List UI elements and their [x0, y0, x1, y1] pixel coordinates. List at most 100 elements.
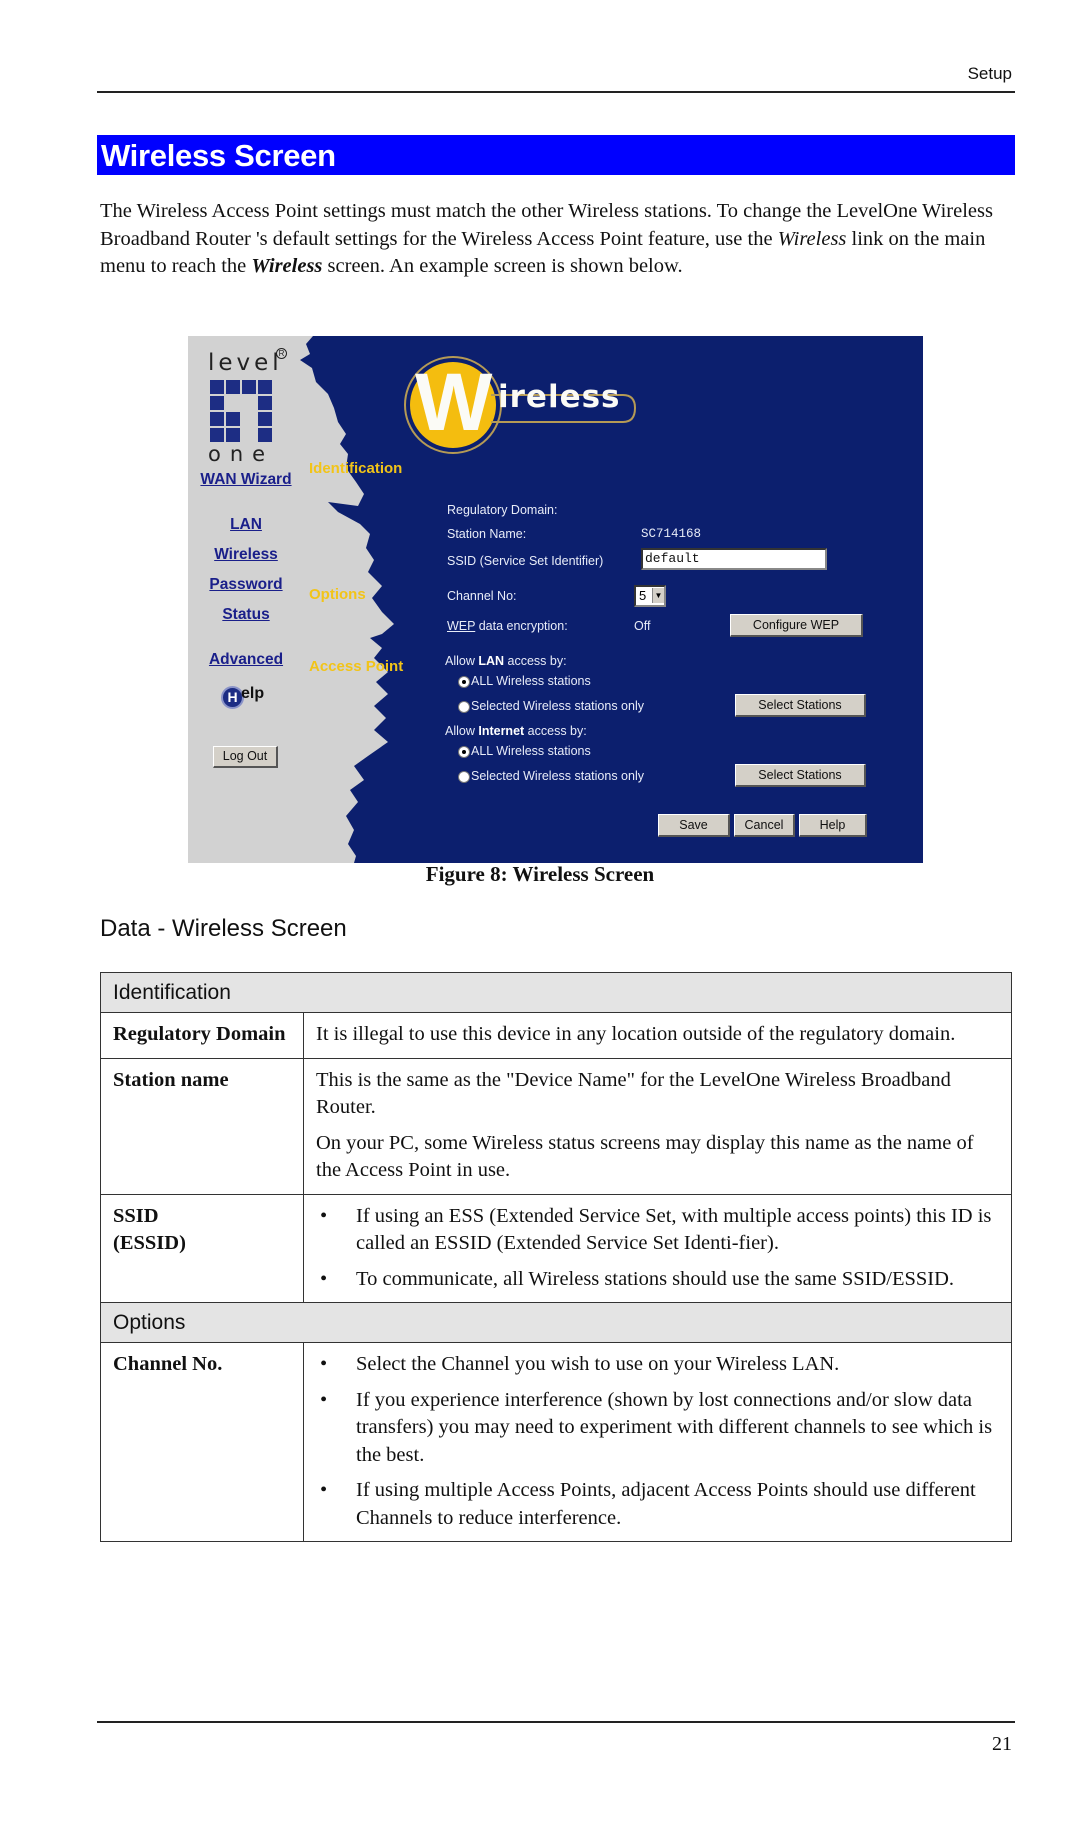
banner-w-letter: W: [415, 357, 493, 448]
configure-wep-button[interactable]: Configure WEP: [730, 614, 863, 637]
running-header: Setup: [967, 64, 1012, 83]
internet-radio-selected[interactable]: [458, 771, 470, 783]
internet-access-suffix: access by:: [524, 724, 587, 738]
channel-label: Channel No:: [447, 589, 517, 603]
row-paragraph: This is the same as the "Device Name" fo…: [316, 1068, 951, 1119]
lan-access-prefix: Allow: [445, 654, 479, 668]
lan-access-bold: LAN: [478, 654, 505, 668]
intro-wireless-screen-ref: Wireless: [251, 255, 323, 277]
section-options: Options: [309, 586, 366, 603]
intro-text: screen. An example screen is shown below…: [322, 255, 683, 277]
nav-lan[interactable]: LAN: [188, 516, 306, 534]
internet-access-prefix: Allow: [445, 724, 479, 738]
footer-rule: [97, 1721, 1015, 1723]
title-bar: Wireless Screen: [97, 135, 1015, 175]
logo-one-text: one: [208, 442, 275, 466]
lan-radio-all-label: ALL Wireless stations: [471, 674, 591, 688]
nav-wan-wizard[interactable]: WAN Wizard: [188, 471, 306, 489]
internet-select-stations-button[interactable]: Select Stations: [735, 764, 866, 787]
row-description: • Select the Channel you wish to use on y…: [303, 1342, 1012, 1542]
table-row: SSID (ESSID) • If using an ESS (Extended …: [100, 1193, 1012, 1303]
wireless-screen-figure: level R one WAN Wizard LAN Wireless Pass…: [188, 336, 923, 863]
logo-level-text: level: [208, 350, 283, 376]
section-access-point: Access Point: [309, 658, 404, 675]
section-title-identification: Identification: [100, 972, 1012, 1013]
wep-value: Off: [634, 619, 651, 633]
internet-access-label: Allow Internet access by:: [445, 724, 587, 738]
regulatory-domain-label: Regulatory Domain:: [447, 503, 558, 517]
registered-mark: R: [276, 348, 287, 359]
lan-radio-selected[interactable]: [458, 701, 470, 713]
internet-radio-all-label: ALL Wireless stations: [471, 744, 591, 758]
station-name-value: SC714168: [641, 527, 702, 541]
row-label-text: Channel No.: [113, 1353, 223, 1375]
data-table: Identification Regulatory Domain It is i…: [100, 972, 1012, 1542]
bullet-text: If you experience interference (shown by…: [356, 1388, 993, 1466]
row-label: Station name: [100, 1057, 304, 1195]
bullet-item: • To communicate, all Wireless stations s…: [316, 1266, 999, 1294]
bullet-item: • If using multiple Access Points, adjace…: [316, 1477, 999, 1532]
bullet-icon: •: [320, 1388, 328, 1411]
station-name-label: Station Name:: [447, 527, 527, 541]
row-paragraph: On your PC, some Wireless status screens…: [316, 1131, 974, 1182]
bullet-icon: •: [320, 1353, 328, 1375]
nav-password[interactable]: Password: [188, 576, 306, 594]
bullet-item: • If using an ESS (Extended Service Set, …: [316, 1203, 999, 1258]
bullet-text: Select the Channel you wish to use on yo…: [356, 1353, 840, 1375]
logo-grid-icon: [210, 380, 272, 442]
wep-link[interactable]: WEP: [447, 619, 475, 633]
lan-access-suffix: access by:: [504, 654, 567, 668]
logout-button[interactable]: Log Out: [213, 746, 278, 768]
channel-select[interactable]: 5 ▼: [634, 585, 666, 607]
bullet-icon: •: [320, 1267, 328, 1290]
page-number: 21: [992, 1733, 1012, 1755]
wep-label-text: data encryption:: [475, 619, 568, 633]
row-label-text: Regulatory Domain: [113, 1023, 286, 1045]
table-row: Channel No. • Select the Channel you wish…: [100, 1342, 1012, 1542]
row-description: This is the same as the "Device Name" fo…: [303, 1057, 1012, 1195]
bullet-item: • If you experience interference (shown b…: [316, 1387, 999, 1470]
bullet-text: If using an ESS (Extended Service Set, w…: [356, 1204, 992, 1255]
bullet-text: If using multiple Access Points, adjacen…: [356, 1479, 976, 1529]
table-row: Regulatory Domain It is illegal to use t…: [100, 1012, 1012, 1059]
nav-advanced[interactable]: Advanced: [188, 651, 306, 669]
nav-status[interactable]: Status: [188, 606, 306, 624]
section-heading: Data - Wireless Screen: [100, 915, 347, 942]
bullet-icon: •: [320, 1204, 328, 1227]
row-description: • If using an ESS (Extended Service Set, …: [303, 1193, 1012, 1303]
help-link-label: elp: [241, 685, 265, 702]
chevron-down-icon[interactable]: ▼: [652, 588, 664, 603]
lan-select-stations-button[interactable]: Select Stations: [735, 694, 866, 717]
ssid-input[interactable]: default: [641, 548, 827, 570]
row-description: It is illegal to use this device in any …: [303, 1012, 1012, 1059]
save-button[interactable]: Save: [658, 814, 730, 837]
lan-radio-selected-label: Selected Wireless stations only: [471, 699, 644, 713]
cancel-button[interactable]: Cancel: [734, 814, 795, 837]
lan-radio-all[interactable]: [458, 676, 470, 688]
intro-wireless-link-ref: Wireless: [777, 227, 847, 250]
internet-radio-selected-label: Selected Wireless stations only: [471, 769, 644, 783]
bullet-text: To communicate, all Wireless stations sh…: [356, 1267, 955, 1290]
header-rule: [97, 91, 1015, 93]
bullet-icon: •: [320, 1479, 328, 1501]
internet-radio-all[interactable]: [458, 746, 470, 758]
nav-wireless[interactable]: Wireless: [188, 546, 306, 564]
channel-value: 5: [639, 588, 647, 603]
row-label: Regulatory Domain: [100, 1012, 304, 1059]
intro-paragraph: The Wireless Access Point settings must …: [100, 198, 1000, 281]
row-label-text: SSID (ESSID): [113, 1204, 186, 1255]
internet-access-bold: Internet: [478, 724, 525, 738]
table-section-header: Identification: [100, 972, 1012, 1013]
ssid-label: SSID (Service Set Identifier): [447, 554, 604, 568]
bullet-item: • Select the Channel you wish to use on y…: [316, 1351, 999, 1379]
wep-label: WEP data encryption:: [447, 619, 568, 633]
section-identification: Identification: [309, 460, 403, 477]
lan-access-label: Allow LAN access by:: [445, 654, 567, 668]
figure-caption: Figure 8: Wireless Screen: [425, 862, 655, 886]
help-button[interactable]: Help: [799, 814, 867, 837]
table-row: Station name This is the same as the "De…: [100, 1057, 1012, 1195]
row-label: Channel No.: [100, 1342, 304, 1542]
page-title: Wireless Screen: [101, 138, 336, 173]
row-label-text: Station name: [113, 1068, 229, 1091]
table-section-header: Options: [100, 1302, 1012, 1343]
